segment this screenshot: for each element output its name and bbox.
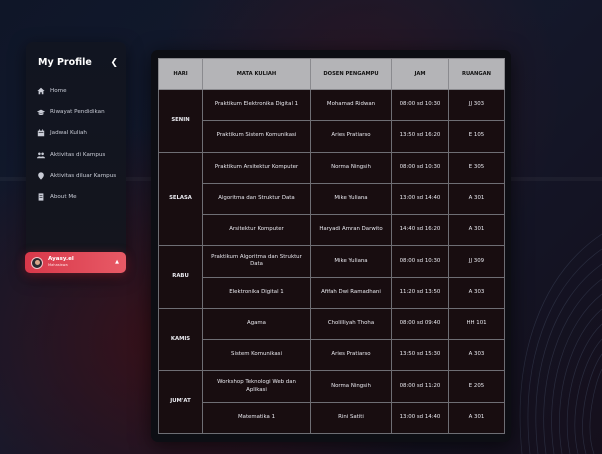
table-header-row: HARI MATA KULIAH DOSEN PENGAMPU JAM RUAN… [158, 58, 505, 90]
schedule-table: HARI MATA KULIAH DOSEN PENGAMPU JAM RUAN… [158, 58, 505, 435]
time-cell: 08:00 sd 11:20 [391, 370, 449, 403]
table-row: JUM'AT Workshop Teknologi Web dan Aplika… [158, 370, 505, 434]
document-icon [38, 193, 44, 201]
sidebar-item-label: Home [50, 87, 67, 94]
sidebar-header: My Profile ❮ [26, 42, 126, 72]
sidebar-menu: Home Riwayat Pendidikan Jadwal Kuliah Ak… [26, 80, 126, 208]
lecturer-cell: Aries Pratiarso [310, 339, 392, 372]
time-cell: 13:50 sd 15:30 [391, 339, 449, 372]
table-row: RABU Praktikum Algoritma dan Struktur Da… [158, 245, 505, 309]
sidebar-title: My Profile [38, 57, 92, 68]
room-cell: HH 101 [448, 307, 505, 341]
day-cell: JUM'AT [158, 370, 203, 434]
sidebar-item-jadwal-kuliah[interactable]: Jadwal Kuliah [26, 123, 126, 144]
room-cell: JJ 309 [448, 245, 505, 278]
time-cell: 08:00 sd 09:40 [391, 307, 449, 341]
day-cell: KAMIS [158, 307, 203, 372]
chevron-up-icon[interactable]: ▲ [115, 259, 119, 265]
table-row: Arsitektur Komputer Haryadi Amran Darwit… [159, 214, 505, 247]
time-cell: 08:00 sd 10:30 [391, 245, 449, 278]
room-cell: E 305 [448, 151, 505, 184]
table-row: Elektronika Digital 1 Afifah Dwi Ramadha… [159, 276, 505, 309]
lecturer-cell: Mike Yuliana [310, 245, 392, 278]
lecturer-cell: Mohamad Ridwan [310, 88, 392, 122]
course-cell: Sistem Komunikasi [202, 339, 311, 372]
time-cell: 13:00 sd 14:40 [391, 182, 449, 216]
sidebar-item-label: Aktivitas di Kampus [50, 151, 106, 158]
time-cell: 14:40 sd 16:20 [391, 214, 449, 247]
sidebar-item-aktivitas-diluar-kampus[interactable]: Aktivitas diluar Kampus [26, 165, 126, 186]
room-cell: A 301 [448, 214, 505, 247]
sidebar-item-riwayat-pendidikan[interactable]: Riwayat Pendidikan [26, 101, 126, 122]
time-cell: 08:00 sd 10:30 [391, 151, 449, 184]
room-cell: A 303 [448, 276, 505, 309]
day-cell: SELASA [158, 151, 203, 247]
sidebar-item-aktivitas-di-kampus[interactable]: Aktivitas di Kampus [26, 144, 126, 165]
lecturer-cell: Haryadi Amran Darwito [310, 214, 392, 247]
sidebar-item-label: Jadwal Kuliah [50, 130, 87, 137]
lecturer-cell: Cholilliyah Thoha [310, 307, 392, 341]
room-cell: A 301 [448, 401, 505, 435]
table-row: KAMIS Agama Cholilliyah Thoha 08:00 sd 0… [158, 307, 505, 372]
table-row: Praktikum Sistem Komunikasi Aries Pratia… [159, 120, 505, 153]
time-cell: 08:00 sd 10:30 [391, 88, 449, 122]
group-icon [37, 152, 45, 158]
header-mata-kuliah: MATA KULIAH [202, 58, 311, 90]
day-cell: RABU [158, 245, 203, 309]
sidebar-item-about-me[interactable]: About Me [26, 186, 126, 207]
user-info: Ayasy.el Mahasiswa [48, 257, 74, 267]
course-cell: Workshop Teknologi Web dan Aplikasi [202, 370, 311, 403]
table-row: Matematika 1 Rini Satiti 13:00 sd 14:40 … [159, 401, 505, 435]
course-cell: Elektronika Digital 1 [202, 276, 311, 309]
sidebar-item-label: Aktivitas diluar Kampus [50, 172, 117, 179]
sidebar-item-label: About Me [50, 194, 77, 201]
room-cell: E 105 [448, 120, 505, 153]
sidebar-item-label: Riwayat Pendidikan [50, 108, 105, 115]
lecturer-cell: Afifah Dwi Ramadhani [310, 276, 392, 309]
header-ruangan: RUANGAN [448, 58, 505, 90]
lecturer-cell: Norma Ningsih [310, 151, 392, 184]
lecturer-cell: Mike Yuliana [310, 182, 392, 216]
course-cell: Praktikum Elektronika Digital 1 [202, 88, 311, 122]
header-hari: HARI [158, 58, 203, 90]
time-cell: 13:00 sd 14:40 [391, 401, 449, 435]
graduation-cap-icon [37, 109, 45, 115]
room-cell: A 303 [448, 339, 505, 372]
course-cell: Praktikum Arsitektur Komputer [202, 151, 311, 184]
table-row: Sistem Komunikasi Aries Pratiarso 13:50 … [159, 339, 505, 372]
chevron-left-icon[interactable]: ❮ [110, 58, 118, 68]
user-role: Mahasiswa [48, 263, 68, 267]
lecturer-cell: Rini Satiti [310, 401, 392, 435]
time-cell: 11:20 sd 13:50 [391, 276, 449, 309]
home-icon [37, 87, 45, 94]
table-row: SELASA Praktikum Arsitektur Komputer Nor… [158, 151, 505, 247]
avatar [31, 256, 43, 269]
schedule-panel: HARI MATA KULIAH DOSEN PENGAMPU JAM RUAN… [151, 50, 511, 442]
location-pin-icon [38, 172, 44, 180]
course-cell: Praktikum Sistem Komunikasi [202, 120, 311, 153]
room-cell: E 205 [448, 370, 505, 403]
course-cell: Matematika 1 [202, 401, 311, 435]
table-row: Algoritma dan Struktur Data Mike Yuliana… [159, 182, 505, 216]
sidebar: My Profile ❮ Home Riwayat Pendidikan Jad… [26, 42, 126, 274]
user-profile-card[interactable]: Ayasy.el Mahasiswa ▲ [25, 252, 126, 273]
room-cell: JJ 303 [448, 88, 505, 122]
sidebar-item-home[interactable]: Home [26, 80, 126, 101]
course-cell: Algoritma dan Struktur Data [202, 182, 311, 216]
lecturer-cell: Norma Ningsih [310, 370, 392, 403]
header-dosen-pengampu: DOSEN PENGAMPU [310, 58, 392, 90]
lecturer-cell: Aries Pratiarso [310, 120, 392, 153]
course-cell: Arsitektur Komputer [202, 214, 311, 247]
room-cell: A 301 [448, 182, 505, 216]
course-cell: Agama [202, 307, 311, 341]
time-cell: 13:50 sd 16:20 [391, 120, 449, 153]
table-row: SENIN Praktikum Elektronika Digital 1 Mo… [158, 88, 505, 153]
day-cell: SENIN [158, 89, 203, 153]
header-jam: JAM [391, 58, 449, 90]
course-cell: Praktikum Algoritma dan Struktur Data [202, 245, 311, 278]
calendar-icon [37, 129, 45, 137]
